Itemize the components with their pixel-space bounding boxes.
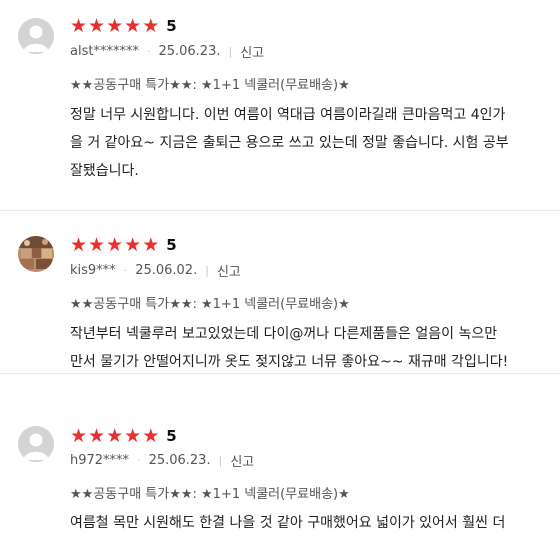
star-icon: ★	[88, 425, 106, 447]
star-rating: ★ ★ ★ ★ ★ 5	[70, 236, 177, 255]
review-body[interactable]: 정말 너무 시원합니다. 이번 여름이 역대급 여름이라길래 큰마음먹고 4인가…	[70, 101, 509, 185]
review-body-line: 작년부터 넥쿨루러 보고있었는데 다이@꺼나 다른제품들은 얼음이 녹으만	[70, 326, 498, 342]
review-body-line: 잘됐습니다.	[70, 163, 139, 179]
star-rating: ★ ★ ★ ★ ★ 5	[70, 17, 177, 36]
star-icon: ★	[124, 234, 142, 256]
review-meta: alst******* · 25.06.23. | 신고	[70, 42, 264, 61]
review-body-line: 정말 너무 시원합니다. 이번 여름이 역대급 여름이라길래 큰마음먹고 4인가	[70, 107, 506, 123]
star-icon: ★	[106, 425, 124, 447]
star-icon: ★	[106, 15, 124, 37]
review-date: 25.06.23.	[148, 453, 211, 468]
review-body[interactable]: 작년부터 넥쿨루러 보고있었는데 다이@꺼나 다른제품들은 얼음이 녹으만만서 …	[70, 320, 508, 376]
purchase-option: ★★공동구매 특가★★: ★1+1 넥쿨러(무료배송)★	[70, 78, 350, 93]
review-body[interactable]: 여름철 목만 시원해도 한결 나을 것 같아 구매했어요 넓이가 있어서 훨씬 …	[70, 509, 505, 537]
separator-bar: |	[205, 264, 209, 277]
review-body-line: 을 거 같아요~ 지금은 출퇴근 용으로 쓰고 있는데 정말 좋습니다. 시험 …	[70, 135, 509, 151]
star-icon: ★	[88, 234, 106, 256]
report-button[interactable]: 신고	[240, 42, 264, 61]
review-item: ★ ★ ★ ★ ★ 5 h972**** · 25.06.23. | 신고 ★★공동구매 특가★★: …	[0, 374, 560, 560]
rating-score: 5	[166, 236, 177, 254]
review-list: ★ ★ ★ ★ ★ 5 alst******* · 25.06.23. | 신고 ★★공동구매 특가★…	[0, 0, 560, 560]
star-icon: ★	[142, 15, 160, 37]
star-icon: ★	[142, 425, 160, 447]
star-icon: ★	[70, 15, 88, 37]
star-icon: ★	[70, 425, 88, 447]
star-icon: ★	[124, 425, 142, 447]
reviewer-id: kis9***	[70, 263, 116, 278]
reviewer-id: h972****	[70, 453, 130, 468]
user-avatar-icon	[18, 18, 54, 54]
star-icon: ★	[142, 234, 160, 256]
user-avatar-icon	[18, 426, 54, 462]
review-date: 25.06.02.	[135, 263, 198, 278]
avatar	[18, 236, 54, 272]
review-date: 25.06.23.	[158, 44, 221, 59]
separator-dot: ·	[123, 264, 128, 277]
purchase-option: ★★공동구매 특가★★: ★1+1 넥쿨러(무료배송)★	[70, 487, 350, 502]
review-meta: kis9*** · 25.06.02. | 신고	[70, 261, 241, 280]
separator-dot: ·	[137, 454, 141, 467]
star-icon: ★	[70, 234, 88, 256]
separator-bar: |	[228, 45, 233, 58]
review-body-line: 만서 물기가 안떨어지니까 옷도 젖지않고 너뮤 좋아요~~ 재규매 각입니다!	[70, 354, 509, 370]
rating-score: 5	[166, 17, 177, 35]
star-icon: ★	[88, 15, 106, 37]
separator-dot: ·	[146, 45, 151, 58]
star-rating: ★ ★ ★ ★ ★ 5	[70, 427, 177, 446]
review-meta: h972**** · 25.06.23. | 신고	[70, 451, 254, 470]
review-item: ★ ★ ★ ★ ★ 5 alst******* · 25.06.23. | 신고 ★★공동구매 특가★…	[0, 0, 560, 211]
reviewer-id: alst*******	[70, 44, 139, 59]
report-button[interactable]: 신고	[230, 451, 254, 470]
rating-score: 5	[166, 427, 177, 445]
star-icon: ★	[124, 15, 142, 37]
review-body-line: 여름철 목만 시원해도 한결 나을 것 같아 구매했어요 넓이가 있어서 훨씬 …	[70, 515, 506, 531]
report-button[interactable]: 신고	[217, 261, 241, 280]
purchase-option: ★★공동구매 특가★★: ★1+1 넥쿨러(무료배송)★	[70, 297, 350, 312]
star-icon: ★	[106, 234, 124, 256]
review-item: ★ ★ ★ ★ ★ 5 kis9*** · 25.06.02. | 신고 ★★공동구매 특가★★: ★…	[0, 211, 560, 374]
separator-bar: |	[218, 454, 223, 467]
